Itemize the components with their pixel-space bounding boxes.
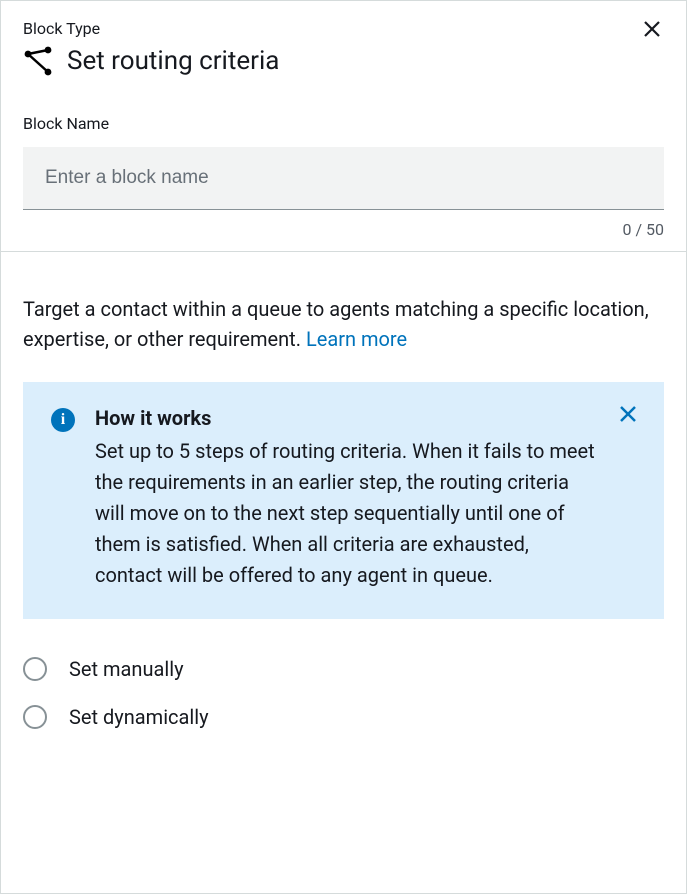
- radio-label-dynamic: Set dynamically: [69, 705, 209, 729]
- radio-icon: [23, 657, 47, 681]
- routing-mode-group: Set manually Set dynamically: [23, 657, 664, 729]
- learn-more-link[interactable]: Learn more: [306, 327, 407, 351]
- info-close-button[interactable]: [616, 402, 640, 426]
- info-title: How it works: [95, 406, 596, 430]
- panel-header: Block Type Set routing criteria: [1, 1, 686, 86]
- info-icon: i: [51, 408, 75, 432]
- close-button[interactable]: [638, 15, 666, 43]
- block-name-section: Block Name 0 / 50: [1, 86, 686, 252]
- routing-icon: [23, 46, 53, 76]
- radio-label-manual: Set manually: [69, 657, 184, 681]
- info-box: i How it works Set up to 5 steps of rout…: [23, 382, 664, 619]
- radio-icon: [23, 705, 47, 729]
- block-type-label: Block Type: [23, 19, 664, 38]
- content-section: Target a contact within a queue to agent…: [1, 252, 686, 749]
- title-row: Set routing criteria: [23, 46, 664, 76]
- block-name-label: Block Name: [23, 114, 664, 133]
- block-name-input[interactable]: [23, 147, 664, 210]
- radio-set-manually[interactable]: Set manually: [23, 657, 664, 681]
- description-text: Target a contact within a queue to agent…: [23, 294, 664, 354]
- info-text: Set up to 5 steps of routing criteria. W…: [95, 436, 596, 591]
- close-icon: [642, 19, 662, 39]
- char-counter: 0 / 50: [23, 220, 664, 239]
- panel-title: Set routing criteria: [67, 46, 279, 76]
- close-icon: [618, 404, 638, 424]
- radio-set-dynamically[interactable]: Set dynamically: [23, 705, 664, 729]
